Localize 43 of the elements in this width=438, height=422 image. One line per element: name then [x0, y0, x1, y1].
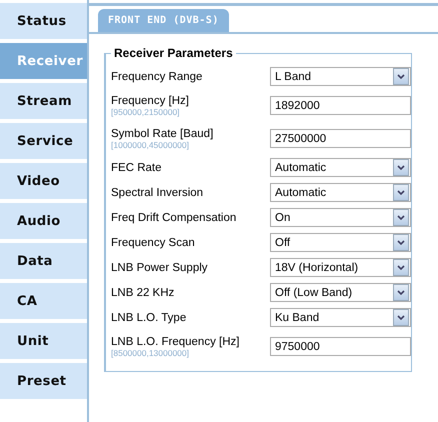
range-hint: [1000000,45000000]	[111, 140, 190, 150]
caret-icon[interactable]	[393, 159, 409, 176]
field-label: Frequency [Hz]	[111, 94, 190, 106]
sidebar-item[interactable]: Status	[0, 3, 87, 39]
sidebar-item[interactable]: Preset	[0, 363, 87, 399]
dropdown[interactable]: Automatic	[270, 183, 411, 202]
sidebar-item[interactable]: Stream	[0, 83, 87, 119]
sidebar-item[interactable]: Service	[0, 123, 87, 159]
field-label: LNB Power Supply	[111, 262, 209, 274]
group-title: Receiver Parameters	[113, 46, 234, 60]
caret-icon[interactable]	[393, 184, 409, 201]
input-field[interactable]: 27500000	[270, 129, 411, 148]
input-field[interactable]: 1892000	[270, 96, 411, 115]
caret-icon[interactable]	[393, 259, 409, 276]
dropdown[interactable]: Off (Low Band)	[270, 283, 411, 302]
range-hint: [8500000,13000000]	[111, 348, 190, 358]
dropdown[interactable]: Off	[270, 233, 411, 252]
dropdown[interactable]: 18V (Horizontal)	[270, 258, 411, 277]
sidebar-item[interactable]: Data	[0, 243, 87, 279]
sidebar-item[interactable]: Unit	[0, 323, 87, 359]
caret-icon[interactable]	[393, 68, 409, 85]
field-label: LNB 22 KHz	[111, 286, 176, 298]
field-label: LNB L.O. Frequency [Hz]	[111, 336, 240, 348]
dropdown[interactable]: Automatic	[270, 158, 411, 177]
field-label: FEC Rate	[111, 162, 162, 174]
range-hint: [950000,2150000]	[111, 106, 181, 116]
caret-icon[interactable]	[393, 234, 409, 251]
field-label: Frequency Scan	[111, 236, 196, 248]
caret-icon[interactable]	[393, 284, 409, 301]
field-label: Spectral Inversion	[111, 186, 204, 198]
field-label: LNB L.O. Type	[111, 312, 188, 324]
caret-icon[interactable]	[393, 309, 409, 326]
dropdown[interactable]: L Band	[270, 67, 411, 86]
input-field[interactable]: 9750000	[270, 337, 411, 356]
field-label: Freq Drift Compensation	[111, 212, 238, 224]
sidebar-item[interactable]: CA	[0, 283, 87, 319]
caret-icon[interactable]	[393, 209, 409, 226]
dropdown[interactable]: Ku Band	[270, 308, 411, 327]
sidebar-item[interactable]: Audio	[0, 203, 87, 239]
sidebar-item[interactable]: Video	[0, 163, 87, 199]
dropdown[interactable]: On	[270, 208, 411, 227]
field-label: Frequency Range	[111, 70, 204, 82]
field-label: Symbol Rate [Baud]	[111, 128, 214, 140]
